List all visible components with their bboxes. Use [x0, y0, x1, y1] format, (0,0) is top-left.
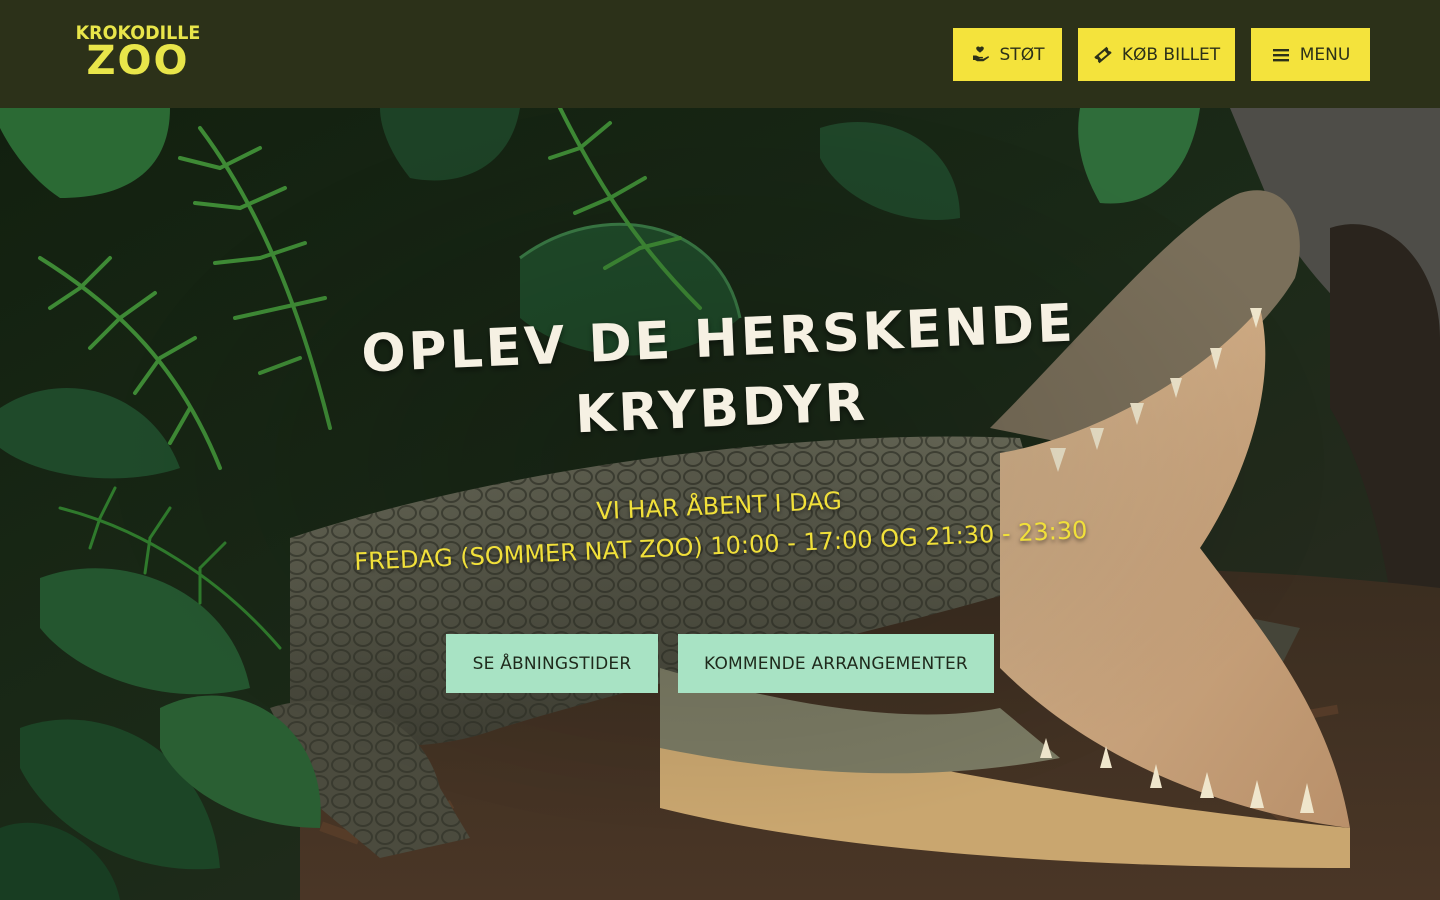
ticket-icon — [1093, 45, 1113, 65]
buy-ticket-button[interactable]: KØB BILLET — [1078, 28, 1235, 81]
upcoming-events-button[interactable]: KOMMENDE ARRANGEMENTER — [678, 634, 994, 693]
hamburger-menu-icon — [1271, 45, 1291, 65]
hand-heart-icon — [971, 45, 991, 65]
menu-button-label: MENU — [1299, 44, 1351, 65]
logo-bottom-text: ZOO — [86, 38, 190, 84]
support-button[interactable]: STØT — [953, 28, 1062, 81]
hero-section: OPLEV DE HERSKENDE KRYBDYR VI HAR ÅBENT … — [0, 108, 1440, 900]
site-header: KROKODILLE ZOO STØT KØB BILLET MENU — [0, 0, 1440, 108]
menu-button[interactable]: MENU — [1251, 28, 1370, 81]
krokodille-zoo-logo[interactable]: KROKODILLE ZOO — [70, 24, 206, 86]
support-button-label: STØT — [999, 44, 1045, 65]
buy-ticket-button-label: KØB BILLET — [1121, 44, 1221, 65]
page: KROKODILLE ZOO STØT KØB BILLET MENU OPLE… — [0, 0, 1440, 900]
see-opening-hours-button[interactable]: SE ÅBNINGSTIDER — [446, 634, 658, 693]
logo-top-text: KROKODILLE — [75, 22, 201, 44]
